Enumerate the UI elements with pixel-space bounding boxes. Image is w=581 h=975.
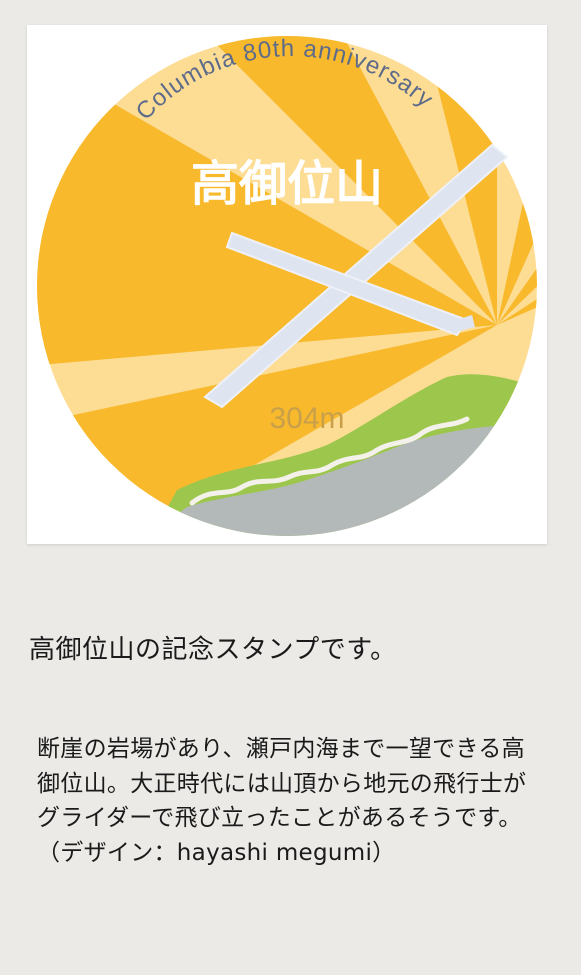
stamp-elevation: 304m xyxy=(269,402,344,435)
stamp-mountain-name: 高御位山 xyxy=(191,156,383,212)
stamp-illustration: Columbia 80th anniversary 高御位山 304m xyxy=(37,35,537,536)
stamp-caption: 高御位山の記念スタンプです。 xyxy=(29,635,397,665)
stamp-image-card: Columbia 80th anniversary 高御位山 304m xyxy=(27,25,547,544)
stamp-description: 断崖の岩場があり、瀬戸内海まで一望できる高御位山。大正時代には山頂から地元の飛行… xyxy=(37,736,527,866)
